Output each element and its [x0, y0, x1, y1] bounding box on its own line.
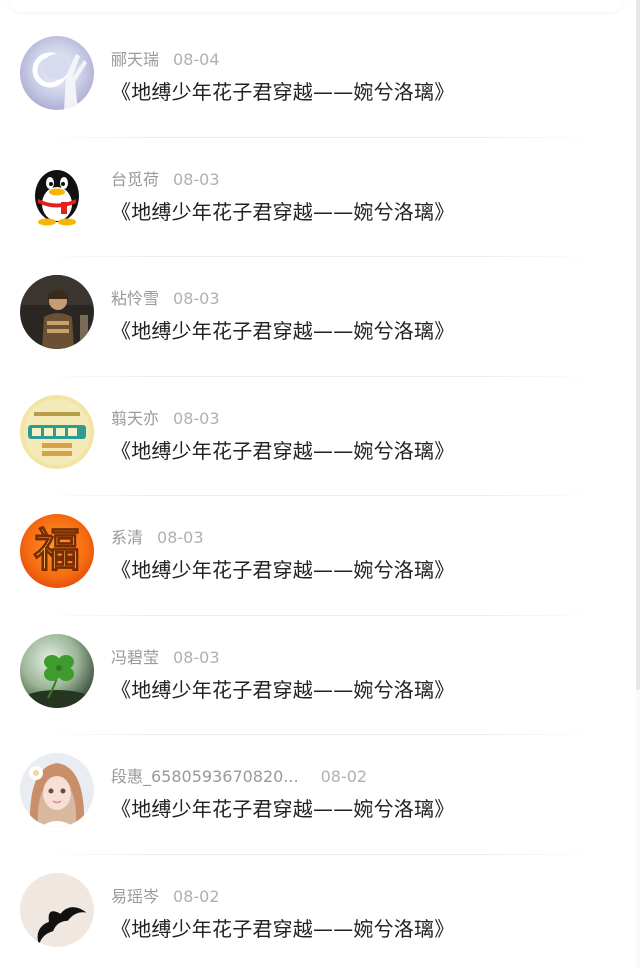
user-name[interactable]: 翦天亦 — [111, 409, 159, 428]
comment-meta: 台觅荷 08-03 — [111, 166, 220, 190]
list-item[interactable]: 段惠_6580593670820... 08-02 《地缚少年花子君穿越——婉兮洛… — [0, 735, 636, 855]
moon-hand-avatar[interactable] — [20, 36, 94, 110]
scrollbar-thumb[interactable] — [636, 0, 640, 690]
comment-text[interactable]: 《地缚少年花子君穿越——婉兮洛璃》 — [111, 196, 454, 225]
list-item[interactable]: 易瑶岑 08-02 《地缚少年花子君穿越——婉兮洛璃》 — [0, 855, 636, 968]
scrollbar-track[interactable] — [636, 0, 640, 968]
comment-text[interactable]: 《地缚少年花子君穿越——婉兮洛璃》 — [111, 76, 454, 105]
comment-text[interactable]: 《地缚少年花子君穿越——婉兮洛璃》 — [111, 435, 454, 464]
comment-time: 08-02 — [320, 767, 368, 786]
comment-meta: 易瑶岑 08-02 — [111, 883, 220, 907]
comment-time: 08-04 — [173, 50, 220, 69]
badge-text-avatar[interactable] — [20, 394, 94, 469]
comment-text[interactable]: 《地缚少年花子君穿越——婉兮洛璃》 — [111, 674, 454, 703]
user-name[interactable]: 郦天瑞 — [111, 50, 159, 69]
list-item[interactable]: 台觅荷 08-03 《地缚少年花子君穿越——婉兮洛璃》 — [0, 138, 636, 257]
user-name[interactable]: 段惠_6580593670820... — [111, 767, 299, 786]
user-name[interactable]: 粘怜雪 — [111, 289, 159, 308]
user-name[interactable]: 台觅荷 — [111, 170, 159, 189]
fu-character: 福 — [33, 523, 80, 577]
mustache-avatar[interactable] — [20, 872, 94, 947]
comment-meta: 系清 08-03 — [111, 524, 204, 548]
list-item[interactable]: 福 系清 08-03 《地缚少年花子君穿越——婉兮洛璃》 — [0, 496, 636, 616]
list-item[interactable]: 冯碧莹 08-03 《地缚少年花子君穿越——婉兮洛璃》 — [0, 616, 636, 735]
comment-meta: 冯碧莹 08-03 — [111, 644, 220, 668]
girl-portrait-avatar[interactable] — [20, 753, 94, 827]
comment-list-page: 郦天瑞 08-04 《地缚少年花子君穿越——婉兮洛璃》 台觅荷 08-03 《地… — [0, 0, 640, 968]
comment-meta: 段惠_6580593670820... 08-02 — [111, 763, 367, 787]
comment-meta: 粘怜雪 08-03 — [111, 285, 220, 309]
fu-character-avatar[interactable]: 福 — [20, 514, 94, 588]
comment-text[interactable]: 《地缚少年花子君穿越——婉兮洛璃》 — [111, 913, 454, 942]
user-name[interactable]: 易瑶岑 — [111, 887, 159, 906]
comment-time: 08-03 — [173, 647, 220, 667]
child-photo-avatar[interactable] — [20, 275, 94, 349]
list-item[interactable]: 郦天瑞 08-04 《地缚少年花子君穿越——婉兮洛璃》 — [0, 18, 636, 138]
comment-time: 08-03 — [157, 528, 204, 547]
list-item[interactable]: 粘怜雪 08-03 《地缚少年花子君穿越——婉兮洛璃》 — [0, 257, 636, 377]
penguin-avatar[interactable] — [20, 155, 94, 230]
user-name[interactable]: 冯碧莹 — [111, 648, 159, 667]
comment-meta: 郦天瑞 08-04 — [111, 46, 220, 70]
comment-time: 08-02 — [173, 886, 220, 906]
comment-time: 08-03 — [173, 408, 220, 428]
comment-time: 08-03 — [173, 169, 220, 189]
comment-text[interactable]: 《地缚少年花子君穿越——婉兮洛璃》 — [111, 554, 454, 583]
comment-meta: 翦天亦 08-03 — [111, 405, 220, 429]
clover-avatar[interactable] — [20, 633, 94, 708]
comment-list: 郦天瑞 08-04 《地缚少年花子君穿越——婉兮洛璃》 台觅荷 08-03 《地… — [0, 18, 636, 968]
comment-time: 08-03 — [173, 289, 220, 308]
user-name[interactable]: 系清 — [111, 528, 143, 547]
top-card-edge — [8, 0, 624, 12]
comment-text[interactable]: 《地缚少年花子君穿越——婉兮洛璃》 — [111, 793, 454, 822]
list-item[interactable]: 翦天亦 08-03 《地缚少年花子君穿越——婉兮洛璃》 — [0, 377, 636, 496]
comment-text[interactable]: 《地缚少年花子君穿越——婉兮洛璃》 — [111, 315, 454, 344]
